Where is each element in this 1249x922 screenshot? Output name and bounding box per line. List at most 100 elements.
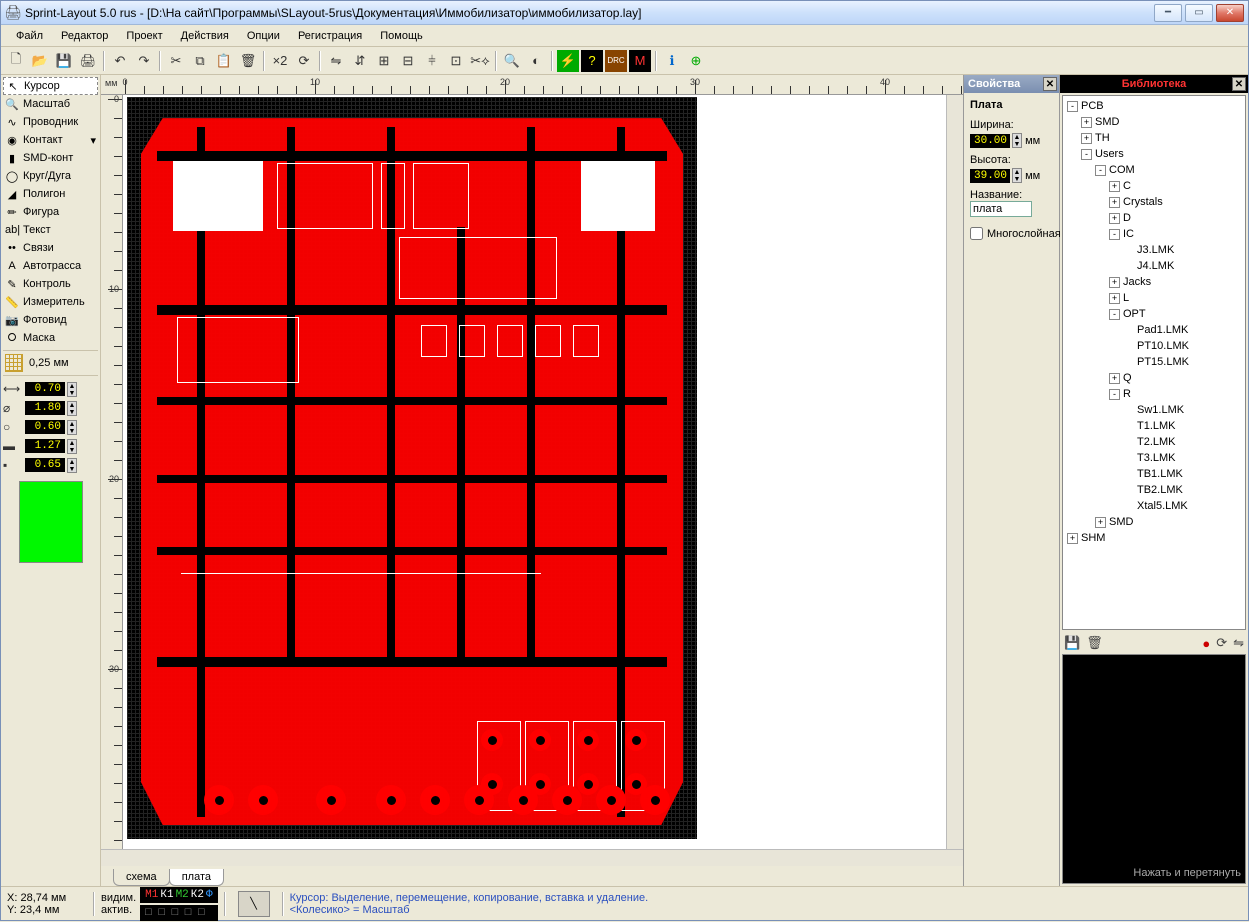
lib-delete-icon[interactable]: 🗑	[1086, 635, 1103, 651]
param-stepper[interactable]: ▲▼	[67, 458, 77, 473]
lib-mirror-icon[interactable]: ⇋	[1233, 635, 1244, 651]
tree-node[interactable]: +D	[1065, 210, 1243, 226]
open-icon[interactable]: 📂	[29, 50, 51, 72]
tree-node[interactable]: +L	[1065, 290, 1243, 306]
expand-icon[interactable]: +	[1067, 533, 1078, 544]
tool-Текст[interactable]: ab|Текст	[3, 221, 98, 239]
group-icon[interactable]: ⊞	[373, 50, 395, 72]
name-input[interactable]	[970, 201, 1032, 217]
canvas-viewport[interactable]	[123, 95, 946, 849]
tree-node[interactable]: TB1.LMK	[1065, 466, 1243, 482]
param-stepper[interactable]: ▲▼	[67, 439, 77, 454]
tree-node[interactable]: +SMD	[1065, 114, 1243, 130]
vertical-scrollbar[interactable]	[946, 95, 963, 849]
param-stepper[interactable]: ▲▼	[67, 382, 77, 397]
tree-node[interactable]: T2.LMK	[1065, 434, 1243, 450]
test-icon[interactable]: ⚡	[557, 50, 579, 72]
tree-node[interactable]: -Users	[1065, 146, 1243, 162]
expand-icon[interactable]: -	[1109, 229, 1120, 240]
menu-Файл[interactable]: Файл	[7, 27, 52, 45]
library-close-icon[interactable]: ✕	[1232, 77, 1246, 91]
expand-icon[interactable]: +	[1109, 293, 1120, 304]
snap-icon[interactable]: ⊡	[445, 50, 467, 72]
height-value[interactable]: 39.00	[970, 169, 1010, 183]
menu-Регистрация[interactable]: Регистрация	[289, 27, 371, 45]
expand-icon[interactable]: +	[1109, 373, 1120, 384]
tree-node[interactable]: +Jacks	[1065, 274, 1243, 290]
tree-node[interactable]: +Q	[1065, 370, 1243, 386]
expand-icon[interactable]: +	[1109, 213, 1120, 224]
remove-conn-icon[interactable]: ✂⟡	[469, 50, 491, 72]
menu-Редактор[interactable]: Редактор	[52, 27, 117, 45]
layer-active[interactable]: □ □ □ □ □	[140, 905, 217, 921]
tree-node[interactable]: +SHM	[1065, 530, 1243, 546]
expand-icon[interactable]: +	[1081, 133, 1092, 144]
undo-icon[interactable]: ↶	[109, 50, 131, 72]
question-icon[interactable]: ?	[581, 50, 603, 72]
tab-схема[interactable]: схема	[113, 869, 170, 886]
tool-Фотовид[interactable]: 📷Фотовид	[3, 311, 98, 329]
tree-node[interactable]: PT10.LMK	[1065, 338, 1243, 354]
cut-icon[interactable]: ✂	[165, 50, 187, 72]
tool-Контакт[interactable]: ◉Контакт ▾	[3, 131, 98, 149]
tree-node[interactable]: +Crystals	[1065, 194, 1243, 210]
tree-node[interactable]: J3.LMK	[1065, 242, 1243, 258]
copy-icon[interactable]: ⧉	[189, 50, 211, 72]
width-stepper[interactable]: ▲▼	[1012, 133, 1022, 148]
tab-плата[interactable]: плата	[169, 869, 224, 886]
contrast-icon[interactable]: ◐	[525, 50, 547, 72]
tool-Масштаб[interactable]: 🔍Масштаб	[3, 95, 98, 113]
width-value[interactable]: 30.00	[970, 134, 1010, 148]
component-icon[interactable]: ⊕	[685, 50, 707, 72]
tree-node[interactable]: Sw1.LMK	[1065, 402, 1243, 418]
tree-node[interactable]: PT15.LMK	[1065, 354, 1243, 370]
rotate-icon[interactable]: ⟳	[293, 50, 315, 72]
tool-Проводник[interactable]: ∿Проводник	[3, 113, 98, 131]
menu-Действия[interactable]: Действия	[172, 27, 238, 45]
mirror-h-icon[interactable]: ⇋	[325, 50, 347, 72]
expand-icon[interactable]: +	[1095, 517, 1106, 528]
mirror-v-icon[interactable]: ⇵	[349, 50, 371, 72]
tree-node[interactable]: T3.LMK	[1065, 450, 1243, 466]
tool-Полигон[interactable]: ◢Полигон	[3, 185, 98, 203]
param-row[interactable]: ▬1.27▲▼	[3, 437, 98, 455]
close-button[interactable]: ✕	[1216, 4, 1244, 22]
param-value[interactable]: 1.27	[25, 439, 65, 453]
param-value[interactable]: 0.60	[25, 420, 65, 434]
print-icon[interactable]: 🖨	[77, 50, 99, 72]
tree-node[interactable]: +C	[1065, 178, 1243, 194]
tool-Фигура[interactable]: ✏Фигура	[3, 203, 98, 221]
tool-Автотрасса[interactable]: AАвтотрасса	[3, 257, 98, 275]
library-preview[interactable]: Нажать и перетянуть	[1062, 654, 1246, 884]
delete-icon[interactable]: 🗑	[237, 50, 259, 72]
align-icon[interactable]: ⫩	[421, 50, 443, 72]
maximize-button[interactable]: ▭	[1185, 4, 1213, 22]
ungroup-icon[interactable]: ⊟	[397, 50, 419, 72]
expand-icon[interactable]: +	[1109, 181, 1120, 192]
tree-node[interactable]: -R	[1065, 386, 1243, 402]
param-value[interactable]: 1.80	[25, 401, 65, 415]
minimize-button[interactable]: ━	[1154, 4, 1182, 22]
lib-save-icon[interactable]: 💾	[1064, 635, 1080, 651]
color-swatch[interactable]	[19, 481, 83, 563]
expand-icon[interactable]: +	[1109, 197, 1120, 208]
horizontal-scrollbar[interactable]	[101, 849, 963, 866]
param-row[interactable]: ⟷0.70▲▼	[3, 380, 98, 398]
expand-icon[interactable]: -	[1109, 309, 1120, 320]
info-icon[interactable]: ℹ	[661, 50, 683, 72]
param-stepper[interactable]: ▲▼	[67, 420, 77, 435]
tree-node[interactable]: Pad1.LMK	[1065, 322, 1243, 338]
tree-node[interactable]: -PCB	[1065, 98, 1243, 114]
zoom-icon[interactable]: 🔍	[501, 50, 523, 72]
param-row[interactable]: ○0.60▲▼	[3, 418, 98, 436]
m1-icon[interactable]: M	[629, 50, 651, 72]
tool-Измеритель[interactable]: 📏Измеритель	[3, 293, 98, 311]
tree-node[interactable]: Xtal5.LMK	[1065, 498, 1243, 514]
tree-node[interactable]: -COM	[1065, 162, 1243, 178]
param-stepper[interactable]: ▲▼	[67, 401, 77, 416]
tool-Связи[interactable]: ••Связи	[3, 239, 98, 257]
library-tree[interactable]: -PCB+SMD+TH-Users-COM+C+Crystals+D-ICJ3.…	[1062, 95, 1246, 630]
tree-node[interactable]: T1.LMK	[1065, 418, 1243, 434]
param-value[interactable]: 0.65	[25, 458, 65, 472]
tree-node[interactable]: -OPT	[1065, 306, 1243, 322]
